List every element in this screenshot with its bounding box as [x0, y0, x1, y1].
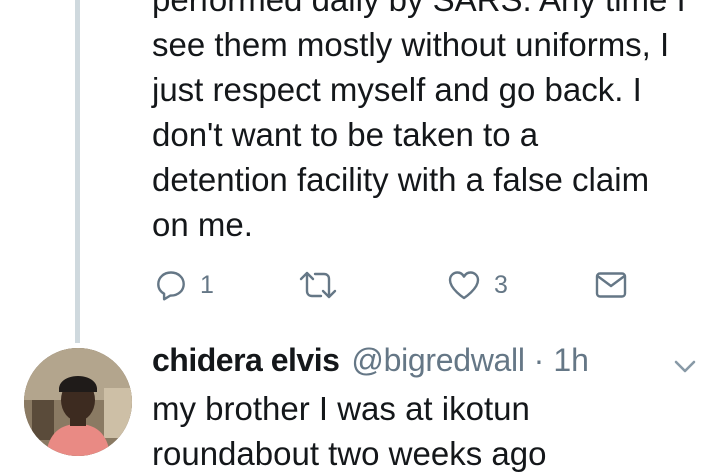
chevron-down-icon — [674, 360, 696, 373]
reply-icon — [157, 271, 185, 301]
tweet-text-line: detention facility with a false claim — [152, 161, 650, 198]
profile-photo — [24, 348, 132, 456]
retweet-icon — [299, 271, 337, 299]
separator-dot: · — [533, 342, 545, 378]
envelope-icon — [595, 272, 627, 298]
like-button[interactable]: 3 — [447, 262, 508, 308]
tweet-text-line: just respect myself and go back. I — [152, 71, 642, 108]
reply-button[interactable]: 1 — [155, 262, 214, 308]
heart-icon — [448, 271, 480, 300]
tweet-text-line: see them mostly without uniforms, I — [152, 26, 670, 63]
tweet-text-line: performed daily by SARS. Any time I — [152, 0, 712, 22]
display-name[interactable]: chidera elvis — [152, 342, 340, 379]
tweet-text: my brother I was at ikotun roundabout tw… — [152, 386, 712, 476]
timestamp[interactable]: 1h — [553, 342, 589, 379]
tweet-text-line: my brother I was at ikotun — [152, 390, 530, 427]
tweet-text-line: don't want to be taken to a — [152, 116, 539, 153]
tweet-header: chidera elvis @bigredwall · 1h — [152, 342, 589, 386]
tweet-actions-bar: 1 3 — [0, 262, 720, 308]
user-handle[interactable]: @bigredwall — [351, 342, 525, 379]
tweet-text-line: on me. — [152, 206, 253, 243]
reply-count: 1 — [200, 270, 214, 299]
avatar[interactable] — [24, 348, 132, 456]
like-count: 3 — [494, 270, 508, 299]
tweet-text-line: roundabout two weeks ago — [152, 435, 547, 472]
tweet-menu-button[interactable] — [672, 356, 698, 378]
direct-message-button[interactable] — [595, 262, 627, 308]
retweet-button[interactable] — [299, 262, 337, 308]
tweet-text: performed daily by SARS. Any time I see … — [152, 0, 712, 247]
